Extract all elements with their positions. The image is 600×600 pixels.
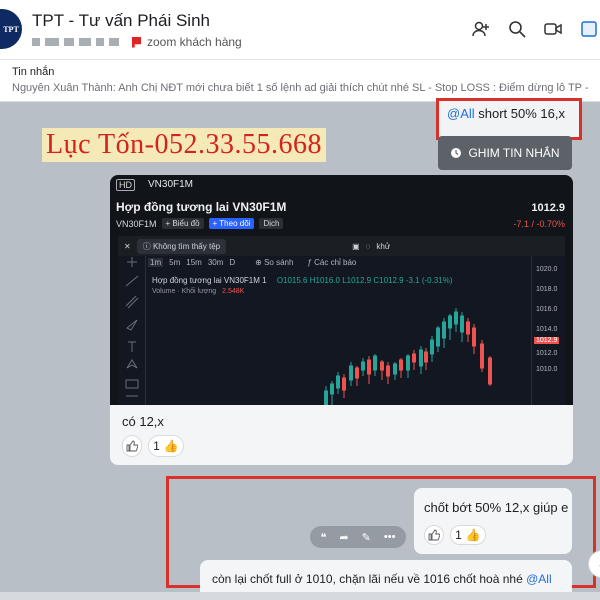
last-price-marker: 1012.9 bbox=[534, 337, 560, 344]
drawing-toolbar bbox=[118, 256, 146, 405]
volume-value: 2.548K bbox=[222, 288, 245, 295]
image-message-card[interactable]: HD VN30F1M Hợp đồng tương lai VN30F1M 10… bbox=[110, 175, 573, 465]
group-tag[interactable]: zoom khách hàng bbox=[147, 35, 242, 49]
edit-icon[interactable]: ✎ bbox=[362, 531, 371, 544]
thumbs-up-icon bbox=[428, 529, 440, 541]
timeframe-1m: 1m bbox=[148, 258, 164, 267]
thumbs-up-emoji-icon: 👍 bbox=[465, 528, 481, 542]
y-tick: 1016.0 bbox=[536, 306, 558, 313]
volume-line: Volume · Khối lượng 2.548K bbox=[152, 288, 245, 295]
pinned-text: Nguyễn Xuân Thành: Anh Chị NĐT mới chưa … bbox=[12, 82, 588, 94]
chart-screenshot[interactable]: HD VN30F1M Hợp đồng tương lai VN30F1M 10… bbox=[110, 175, 573, 405]
chat-header: TPT TPT - Tư vấn Phái Sinh zoom khách hà… bbox=[0, 0, 600, 60]
group-subtitle: zoom khách hàng bbox=[32, 35, 242, 49]
forward-icon[interactable]: ➦ bbox=[339, 531, 348, 544]
file-not-found-tooltip: ⓘ Không tìm thấy tệp bbox=[136, 238, 227, 254]
y-tick: 1020.0 bbox=[536, 266, 558, 273]
group-title[interactable]: TPT - Tư vấn Phái Sinh bbox=[32, 11, 210, 31]
redacted-text bbox=[96, 38, 104, 46]
message-actions: ❝ ➦ ✎ ••• bbox=[310, 526, 406, 548]
y-tick: 1018.0 bbox=[536, 286, 558, 293]
clock-icon bbox=[451, 148, 462, 158]
contract-code: VN30F1M bbox=[116, 218, 157, 229]
redacted-text bbox=[109, 38, 119, 46]
redacted-text bbox=[45, 38, 59, 46]
next-message-strip bbox=[0, 592, 600, 600]
candles bbox=[324, 308, 492, 405]
card-caption: có 12,x bbox=[122, 414, 164, 429]
y-tick: 1010.0 bbox=[536, 366, 558, 373]
chart-info-line: Hợp đồng tương lai VN30F1M 1 O1015.6 H10… bbox=[152, 276, 453, 285]
message-short-order[interactable]: @All short 50% 16,x bbox=[436, 98, 582, 140]
search-icon[interactable] bbox=[506, 18, 528, 40]
reaction-count[interactable]: 1 👍 bbox=[148, 435, 184, 457]
screenshot-symbol: VN30F1M bbox=[148, 179, 194, 190]
timeframe-15m: 15m bbox=[186, 258, 202, 267]
more-icon[interactable]: ••• bbox=[384, 531, 396, 543]
timeframe-d: D bbox=[229, 258, 236, 267]
sidebar-toggle-icon[interactable] bbox=[578, 18, 600, 40]
image-icon: ▣ bbox=[352, 241, 360, 251]
timeframe-5m: 5m bbox=[169, 258, 181, 267]
header-actions bbox=[470, 18, 600, 40]
contract-name: Hợp đồng tương lai VN30F1M bbox=[116, 200, 287, 214]
close-icon: ✕ bbox=[124, 241, 131, 251]
add-member-icon[interactable] bbox=[470, 18, 492, 40]
pin-message-button[interactable]: GHIM TIN NHẮN bbox=[438, 136, 572, 170]
contract-row: VN30F1M + Biểu đồ + Theo dõi Dịch bbox=[116, 218, 284, 229]
indicators-label: ƒ Các chỉ báo bbox=[307, 258, 357, 267]
candle-group bbox=[324, 308, 492, 405]
thumbs-up-emoji-icon: 👍 bbox=[163, 439, 179, 453]
redacted-text bbox=[79, 38, 91, 46]
timeframe-bar: 1m 5m 15m 30m D ⊕ So sánh ƒ Các chỉ báo bbox=[148, 258, 356, 267]
pinned-message-bar[interactable]: Tin nhắn Nguyễn Xuân Thành: Anh Chị NĐT … bbox=[0, 60, 600, 102]
like-button[interactable] bbox=[424, 525, 444, 545]
hd-badge: HD bbox=[116, 179, 135, 191]
bulb-icon: ◌ bbox=[365, 241, 371, 251]
y-tick: 1014.0 bbox=[536, 326, 558, 333]
chart-toolbar-top: ✕ ⓘ Không tìm thấy tệp ▣ ◌ khử bbox=[118, 236, 565, 256]
quote-icon[interactable]: ❝ bbox=[321, 531, 327, 544]
price-axis: 1020.0 1018.0 1016.0 1014.0 1012.9 1012.… bbox=[531, 256, 565, 405]
reaction-count[interactable]: 1 👍 bbox=[450, 525, 486, 545]
compare-label: ⊕ So sánh bbox=[255, 258, 294, 267]
pin-message-label: GHIM TIN NHẮN bbox=[468, 146, 560, 160]
video-call-icon[interactable] bbox=[542, 18, 564, 40]
ohlc-values: O1015.6 H1016.0 L1012.9 C1012.9 -3.1 (-0… bbox=[276, 276, 453, 285]
like-button[interactable] bbox=[122, 435, 142, 457]
pinned-label: Tin nhắn bbox=[12, 66, 55, 78]
message-text: còn lại chốt full ở 1010, chặn lãi nếu v… bbox=[212, 572, 552, 586]
candlestick-chart: 1m 5m 15m 30m D ⊕ So sánh ƒ Các chỉ báo … bbox=[118, 256, 565, 405]
y-tick: 1012.0 bbox=[536, 350, 558, 357]
add-chart-button: + Biểu đồ bbox=[161, 218, 204, 229]
group-avatar[interactable]: TPT bbox=[0, 9, 22, 49]
phone-watermark: Lục Tốn-052.33.55.668 bbox=[42, 128, 326, 162]
message-partial-close[interactable]: chốt bớt 50% 12,x giúp e 1 👍 bbox=[414, 488, 572, 554]
message-text: short 50% 16,x bbox=[474, 106, 565, 121]
extra-label: khử bbox=[376, 241, 391, 251]
thumbs-up-icon bbox=[126, 440, 138, 452]
mention-all[interactable]: @All bbox=[526, 572, 552, 586]
follow-button: + Theo dõi bbox=[208, 218, 255, 229]
tag-flag-icon bbox=[132, 36, 141, 48]
timeframe-30m: 30m bbox=[207, 258, 224, 267]
translate-button: Dịch bbox=[259, 218, 284, 229]
mention-all[interactable]: @All bbox=[447, 106, 475, 121]
redacted-text bbox=[64, 38, 74, 46]
last-price: 1012.9 bbox=[531, 202, 565, 214]
price-change: -7.1 / -0.70% bbox=[513, 219, 565, 229]
message-text: chốt bớt 50% 12,x giúp e bbox=[424, 500, 569, 515]
redacted-text bbox=[32, 38, 40, 46]
